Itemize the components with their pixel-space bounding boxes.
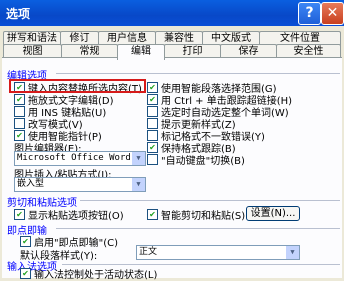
checkbox-smart-paragraph[interactable]: ✔ [147,82,158,93]
checkbox-keep-format-tracking[interactable]: ✔ [147,142,158,153]
label-ime-active: 输入法控制处于活动状态(L) [34,270,158,281]
checkbox-show-paste-buttons[interactable]: ✔ [14,209,25,220]
divider [62,264,340,265]
checkbox-ime-active[interactable]: ✔ [20,268,31,279]
checkbox-drag-drop[interactable]: ✔ [14,94,25,105]
chevron-down-icon: ▼ [132,152,145,165]
label-smart-cut-paste: 智能剪切和粘贴(S) [161,211,246,222]
highlight-box [9,79,146,93]
checkbox-auto-keyboard[interactable] [147,154,158,165]
default-style-value: 正文 [139,247,158,257]
checkbox-ctrl-click[interactable]: ✔ [147,94,158,105]
label-auto-keyboard: "自动键盘"切换(B) [161,156,245,167]
tab-edit[interactable]: 编辑 [117,44,165,60]
title-bar [0,0,344,26]
window-title: 选项 [6,7,31,21]
divider [56,228,340,229]
checkbox-smart-cut-paste[interactable]: ✔ [147,209,158,220]
divider [80,200,340,201]
settings-button[interactable]: 设置(N)... [246,206,300,221]
checkbox-mark-format-inconsistency[interactable] [147,130,158,141]
default-style-dropdown[interactable]: 正文 ▼ [136,245,300,260]
checkbox-ins-paste[interactable] [14,106,25,117]
checkbox-prompt-update-style[interactable] [147,118,158,129]
paste-as-dropdown[interactable]: 嵌入型 ▼ [14,177,146,192]
close-button[interactable]: ✕ [321,2,344,25]
checkbox-select-whole-word[interactable] [147,106,158,117]
label-show-paste-buttons: 显示粘贴选项按钮(O) [28,211,124,222]
picture-editor-value: Microsoft Office Word [17,153,131,163]
checkbox-overtype[interactable] [14,118,25,129]
paste-as-value: 嵌入型 [17,179,45,189]
checkbox-enable-click-and-type[interactable]: ✔ [20,236,31,247]
divider [56,73,340,74]
help-button[interactable]: ? [298,2,321,25]
picture-editor-dropdown[interactable]: Microsoft Office Word ▼ [14,151,146,166]
chevron-down-icon: ▼ [132,178,145,191]
chevron-down-icon: ▼ [286,246,299,259]
